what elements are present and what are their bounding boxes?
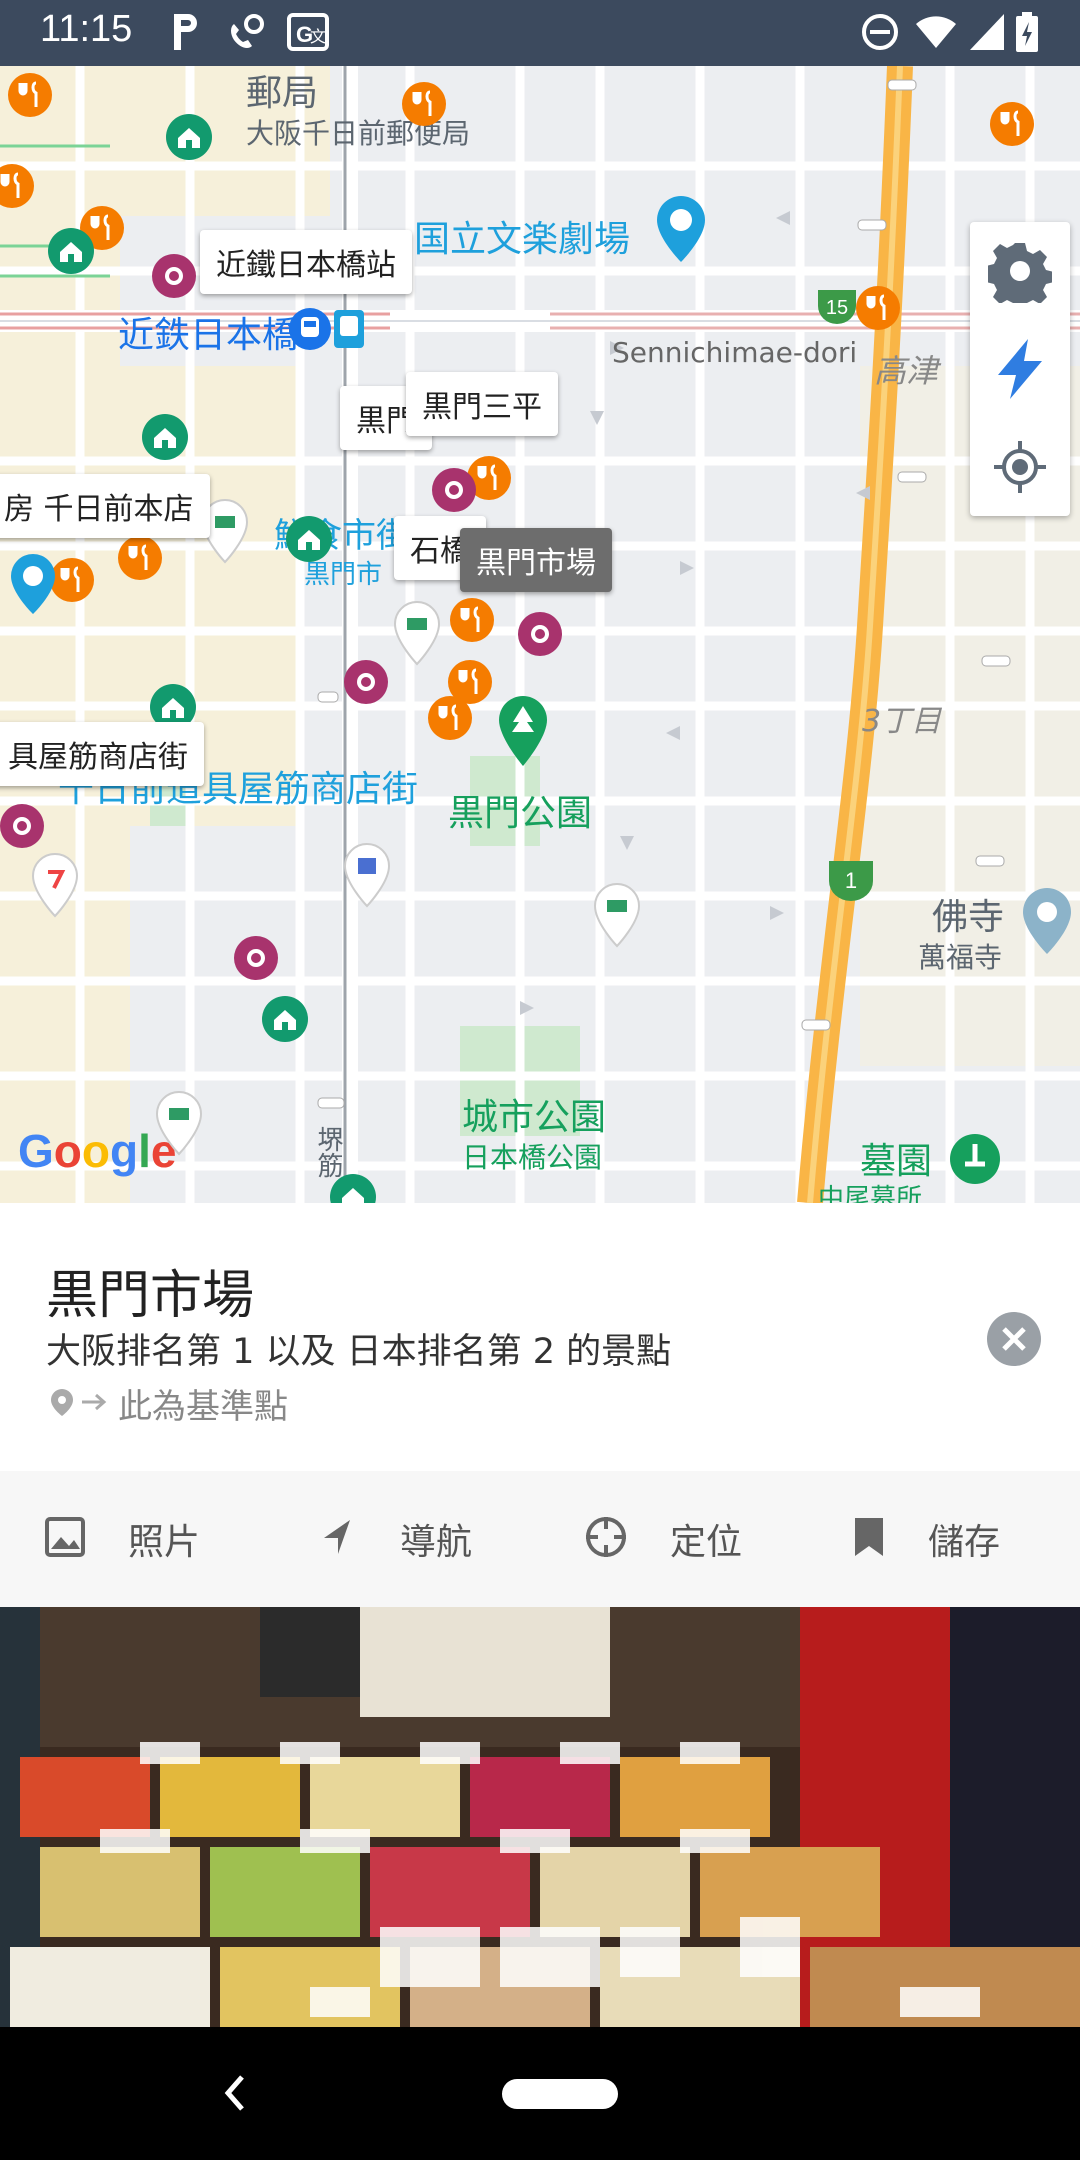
place-title: 黒門市場 xyxy=(46,1266,255,1326)
restaurant-pin[interactable] xyxy=(400,80,448,132)
temple-label: 佛寺 xyxy=(932,897,1005,938)
landmark-pin[interactable] xyxy=(284,514,334,568)
cemetery-name-label: 中尾墓所 xyxy=(818,1184,923,1203)
route-shield: 1 xyxy=(826,858,876,906)
landmark-pin[interactable] xyxy=(164,112,214,166)
pin-arrow-icon xyxy=(48,1387,112,1421)
cemetery-pin[interactable] xyxy=(948,1132,1002,1190)
photo-label: 照片 xyxy=(128,1522,201,1563)
my-location-icon[interactable] xyxy=(970,418,1070,516)
landmark-pin[interactable] xyxy=(260,994,310,1048)
photo-button[interactable]: 照片 xyxy=(44,1471,200,1607)
store-pin[interactable] xyxy=(154,1090,204,1160)
restaurant-pin[interactable] xyxy=(988,100,1036,152)
store-pin[interactable] xyxy=(592,882,642,952)
restaurant-pin[interactable] xyxy=(448,596,496,648)
restaurant-pin[interactable] xyxy=(0,162,36,214)
status-bar: 11:15 G文 xyxy=(0,0,1080,66)
map-controls-panel xyxy=(970,222,1070,516)
translate-icon: G文 xyxy=(286,10,330,58)
takatsu-label: 高津 xyxy=(874,352,939,390)
callout-kuromon-market[interactable]: 黒門市場 xyxy=(460,528,612,592)
restaurant-pin[interactable] xyxy=(426,694,474,746)
parking-icon xyxy=(168,10,202,58)
wifi-icon xyxy=(914,10,958,58)
callout-kintetsu-station[interactable]: 近鐵日本橋站 xyxy=(200,230,412,294)
place-description: 大阪排名第 1 以及 日本排名第 2 的景點 xyxy=(46,1332,672,1372)
store-pin[interactable] xyxy=(30,852,80,922)
locate-label: 定位 xyxy=(670,1522,743,1563)
bolt-icon[interactable] xyxy=(970,320,1070,418)
photo-icon xyxy=(44,1516,86,1562)
action-bar: 照片 導航 定位 儲存 xyxy=(0,1471,1080,1607)
saved-place-pin-selected[interactable] xyxy=(516,610,564,662)
theatre-pin[interactable] xyxy=(8,552,58,620)
route-shield-number: 1 xyxy=(845,868,857,893)
saved-place-pin[interactable] xyxy=(342,658,390,710)
navigation-button[interactable]: 導航 xyxy=(316,1471,472,1607)
cemetery-label: 墓園 xyxy=(860,1141,933,1182)
sennichimae-dori-label: Sennichimae-dori xyxy=(612,336,858,369)
save-label: 儲存 xyxy=(928,1522,1001,1563)
sanchome-label: 3丁目 xyxy=(862,704,942,739)
place-info-card: 黒門市場 大阪排名第 1 以及 日本排名第 2 的景點 此為基準點 xyxy=(0,1203,1080,1473)
google-logo: Google xyxy=(18,1125,177,1177)
navigation-label: 導航 xyxy=(400,1522,473,1563)
bunraku-label: 国立文楽劇場 xyxy=(414,219,631,260)
restaurant-pin[interactable] xyxy=(116,534,164,586)
locate-button[interactable]: 定位 xyxy=(584,1471,742,1607)
restaurant-pin[interactable] xyxy=(854,284,902,336)
gear-icon[interactable] xyxy=(970,222,1070,320)
signal-icon xyxy=(968,10,1006,58)
store-pin[interactable] xyxy=(392,600,442,670)
back-icon[interactable] xyxy=(222,2073,248,2117)
home-pill-icon[interactable] xyxy=(502,2079,618,2113)
do-not-disturb-icon xyxy=(858,10,902,58)
bank-pin[interactable] xyxy=(342,842,392,912)
battery-charging-icon xyxy=(1014,10,1040,58)
route-15-number: 15 xyxy=(826,297,848,319)
theatre-pin[interactable] xyxy=(654,194,708,268)
restaurant-pin[interactable] xyxy=(6,71,54,123)
city-park-label: 城市公園 xyxy=(462,1097,607,1138)
route-15-shield: 15 xyxy=(816,288,858,330)
callout-sennichimae-store[interactable]: 房 千日前本店 xyxy=(0,474,210,538)
callout-dogu-street[interactable]: 具屋筋商店街 xyxy=(0,722,204,786)
saved-place-pin[interactable] xyxy=(232,934,280,986)
callout-kuromon-sanpei[interactable]: 黒門三平 xyxy=(406,372,558,436)
nihonbashi-park-label: 日本橋公園 xyxy=(462,1141,603,1174)
saved-place-pin[interactable] xyxy=(0,802,46,854)
kuromon-park-label: 黒門公園 xyxy=(448,793,593,834)
train-station-icon[interactable] xyxy=(288,304,368,358)
kintetsu-label: 近鉄日本橋 xyxy=(118,315,299,356)
status-time: 11:15 xyxy=(40,8,133,50)
bookmark-icon xyxy=(852,1516,886,1562)
saved-place-pin[interactable] xyxy=(150,252,198,304)
market-stall-photo[interactable] xyxy=(0,1607,1080,2027)
landmark-pin[interactable] xyxy=(140,412,190,466)
crosshair-icon xyxy=(584,1515,628,1563)
post-office-label: 郵局 xyxy=(246,73,319,114)
sakaisuji-label: 堺筋 xyxy=(313,1126,343,1178)
save-button[interactable]: 儲存 xyxy=(852,1471,1000,1607)
saved-place-pin[interactable] xyxy=(430,466,478,518)
system-nav-bar xyxy=(0,2027,1080,2160)
navigation-icon xyxy=(316,1516,358,1562)
landmark-pin[interactable] xyxy=(46,226,96,280)
manpukuji-label: 萬福寺 xyxy=(918,941,1003,974)
landmark-pin[interactable] xyxy=(328,1172,378,1203)
park-tree-pin[interactable] xyxy=(496,694,550,772)
map-view[interactable]: 郵局 大阪千日前郵便局 国立文楽劇場 近鉄日本橋 Sennichimae-dor… xyxy=(0,66,1080,1203)
svg-text:文: 文 xyxy=(310,27,326,46)
temple-pin[interactable] xyxy=(1020,886,1074,960)
close-icon[interactable] xyxy=(986,1311,1042,1371)
reference-point-label: 此為基準點 xyxy=(118,1387,288,1427)
phone-icon xyxy=(224,10,268,58)
